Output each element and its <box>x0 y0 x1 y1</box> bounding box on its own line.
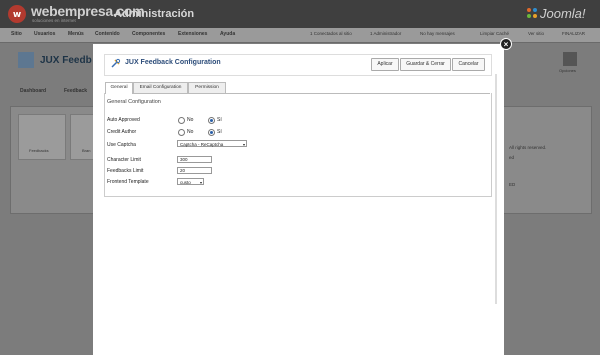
component-icon <box>18 52 34 68</box>
modal-title: JUX Feedback Configuration <box>125 59 221 66</box>
chevron-down-icon: ▾ <box>199 180 202 185</box>
frontend-template-value: custo <box>180 180 191 185</box>
auto-approved-yes-radio[interactable] <box>208 117 215 124</box>
side-text-rights: All rights reserved. <box>509 145 547 150</box>
frontend-template-label: Frontend Template <box>107 179 149 185</box>
status-online-users[interactable]: 1 Conectados al sitio <box>310 31 352 36</box>
tab-email-configuration[interactable]: Email Configuration <box>133 82 188 93</box>
save-close-button[interactable]: Guardar & Cerrar <box>400 58 451 71</box>
character-limit-label: Character Limit <box>107 157 141 163</box>
menu-item-ayuda[interactable]: Ayuda <box>220 31 235 37</box>
apply-button[interactable]: Aplicar <box>371 58 399 71</box>
auto-approved-no-radio[interactable] <box>178 117 185 124</box>
status-admins[interactable]: 1 Administrador <box>370 31 401 36</box>
admin-title: Administración <box>114 8 195 20</box>
tools-icon <box>111 58 121 68</box>
feedbacks-box-label: Feedbacks <box>29 148 49 153</box>
options-label: Opciones <box>559 68 576 73</box>
section-title: General Configuration <box>107 99 161 105</box>
feedbacks-limit-label: Feedbacks Limit <box>107 168 144 174</box>
credit-author-no-radio[interactable] <box>178 129 185 136</box>
tab-content <box>104 93 492 197</box>
joomla-logo-text: Joomla! <box>540 6 586 21</box>
status-messages[interactable]: No hay mensajes <box>420 31 455 36</box>
feedbacks-box[interactable] <box>18 114 66 160</box>
brand-box-label: Bran <box>82 148 91 153</box>
status-cache[interactable]: Limpiar Caché <box>480 31 509 36</box>
use-captcha-select[interactable]: Captcha - ReCaptcha ▾ <box>177 140 247 147</box>
use-captcha-label: Use Captcha <box>107 142 136 148</box>
background-page-title: JUX Feedb <box>40 55 92 66</box>
bg-tab-feedback[interactable]: Feedback <box>64 88 87 94</box>
brand-box[interactable] <box>70 114 94 160</box>
credit-author-yes-radio[interactable] <box>208 129 215 136</box>
side-text-ed: ed <box>509 155 515 160</box>
frontend-template-select[interactable]: custo ▾ <box>177 178 204 185</box>
menu-item-componentes[interactable]: Componentes <box>132 31 165 37</box>
webempresa-logo-icon: w <box>8 5 26 23</box>
use-captcha-value: Captcha - ReCaptcha <box>180 142 224 147</box>
menu-item-contenido[interactable]: Contenido <box>95 31 120 37</box>
menu-item-usuarios[interactable]: Usuarios <box>34 31 55 37</box>
credit-author-no-label: No <box>187 129 194 135</box>
auto-approved-yes-label: Sí <box>217 117 222 123</box>
character-limit-input[interactable]: 300 <box>177 156 212 163</box>
menu-item-menus[interactable]: Menús <box>68 31 84 37</box>
credit-author-yes-label: Sí <box>217 129 222 135</box>
feedbacks-limit-input[interactable]: 20 <box>177 167 212 174</box>
status-logout[interactable]: FINALIZAR <box>562 31 585 36</box>
tab-permission[interactable]: Permission <box>188 82 226 93</box>
credit-author-label: Credit Author <box>107 129 137 135</box>
menu-item-sitio[interactable]: Sitio <box>11 31 22 37</box>
auto-approved-label: Auto Approved <box>107 117 140 123</box>
svg-text:w: w <box>13 10 21 20</box>
options-icon[interactable] <box>563 52 577 66</box>
joomla-logo-icon <box>527 8 537 18</box>
status-view-site[interactable]: Ver sitio <box>528 31 544 36</box>
cancel-button[interactable]: Cancelar <box>452 58 485 71</box>
close-icon[interactable]: × <box>500 38 512 50</box>
side-text-ed-upper: ED <box>509 182 516 187</box>
modal-scrollbar[interactable] <box>495 74 497 304</box>
brand-tagline: soluciones en internet <box>32 18 76 23</box>
chevron-down-icon: ▾ <box>242 142 245 147</box>
menu-item-extensiones[interactable]: Extensiones <box>178 31 207 37</box>
auto-approved-no-label: No <box>187 117 194 123</box>
bg-tab-dashboard[interactable]: Dashboard <box>20 88 46 94</box>
